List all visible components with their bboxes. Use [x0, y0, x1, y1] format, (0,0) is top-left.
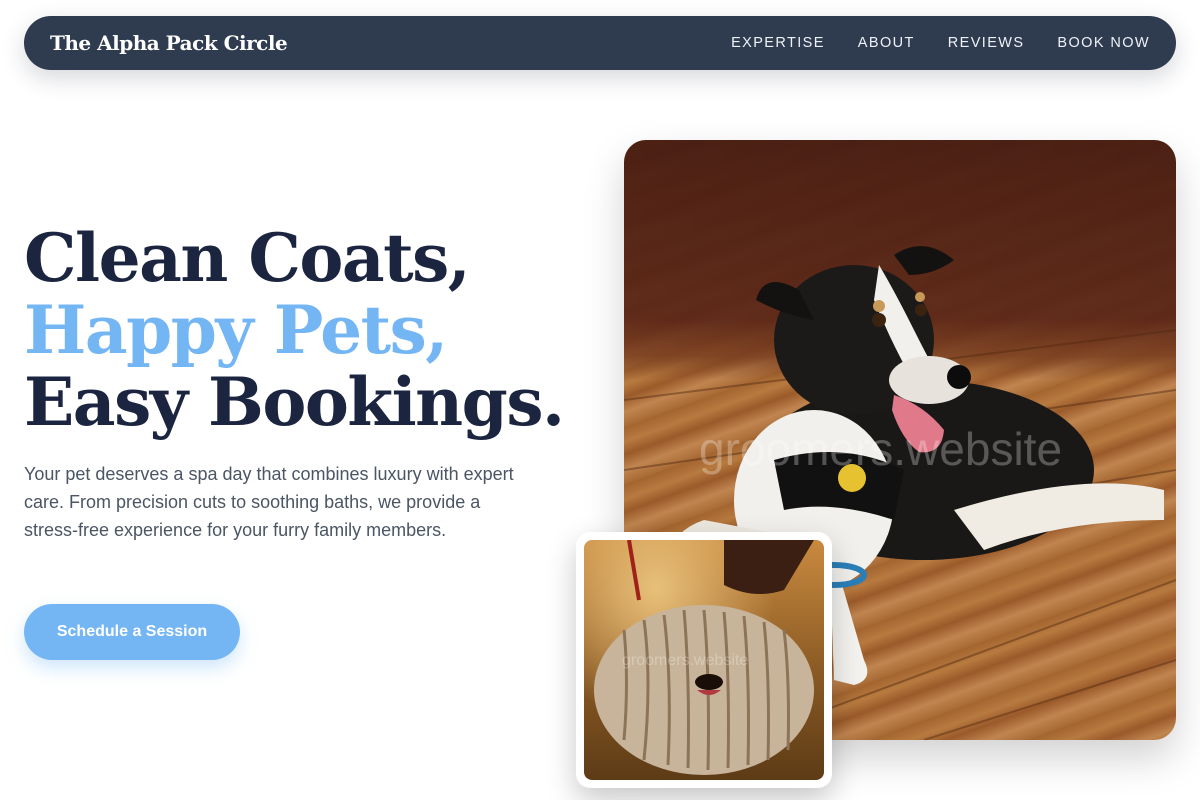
main-photo-watermark: groomers.website [699, 423, 1063, 475]
hero-title-line-3: Easy Bookings. [24, 363, 565, 441]
nav-link-about[interactable]: ABOUT [858, 35, 915, 51]
hero-title: Clean Coats, Happy Pets, Easy Bookings. [24, 219, 565, 441]
schedule-session-button[interactable]: Schedule a Session [24, 604, 240, 660]
nav-link-expertise[interactable]: EXPERTISE [731, 35, 825, 51]
secondary-photo-frame: groomers.website [584, 540, 824, 780]
hero-title-line-1: Clean Coats, [24, 219, 471, 297]
hero-description: Your pet deserves a spa day that combine… [24, 464, 514, 540]
nav-links: EXPERTISE ABOUT REVIEWS BOOK NOW [731, 35, 1150, 51]
secondary-dog-photo: groomers.website [576, 532, 832, 788]
hero-title-line-2: Happy Pets, [24, 291, 448, 369]
nav-link-reviews[interactable]: REVIEWS [948, 35, 1025, 51]
secondary-photo-watermark: groomers.website [622, 652, 749, 669]
brand-logo[interactable]: The Alpha Pack Circle [50, 31, 288, 55]
top-navbar: The Alpha Pack Circle EXPERTISE ABOUT RE… [24, 16, 1176, 70]
nav-link-book-now[interactable]: BOOK NOW [1057, 35, 1150, 51]
